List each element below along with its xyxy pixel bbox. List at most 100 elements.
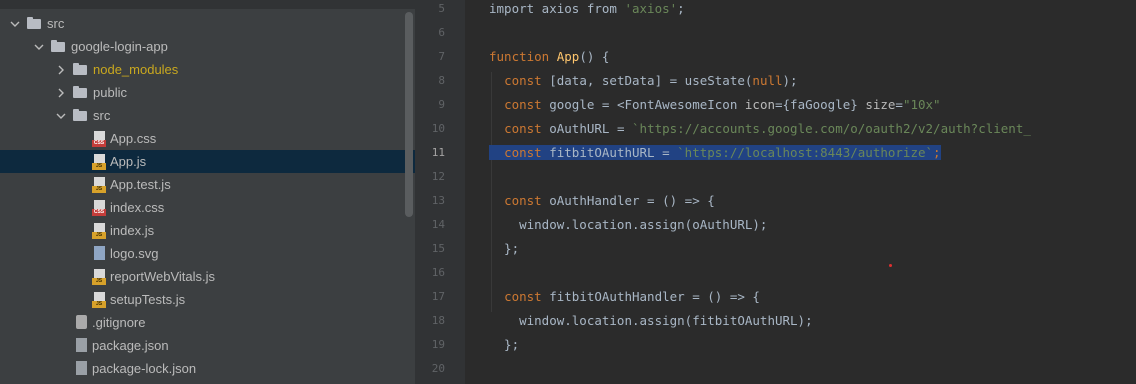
code-token: 'axios' [624, 1, 678, 16]
code-line[interactable] [489, 357, 1136, 381]
tree-item[interactable]: logo.svg [0, 242, 415, 265]
code-line[interactable]: import axios from 'axios'; [489, 0, 1136, 21]
folder-icon [27, 16, 41, 29]
json-file-icon [74, 337, 88, 354]
code-line[interactable]: const [data, setData] = useState(null); [489, 69, 1136, 93]
code-token: App [556, 49, 580, 64]
tree-top-edge [0, 0, 415, 9]
code-line[interactable]: const oAuthURL = `https://accounts.googl… [489, 117, 1136, 141]
code-token: fitbitOAuthHandler = () => { [549, 289, 760, 304]
tree-item[interactable]: package.json [0, 334, 415, 357]
tree-item[interactable]: src [0, 12, 415, 35]
tree-item[interactable]: google-login-app [0, 35, 415, 58]
tree-item[interactable]: JS setupTests.js [0, 288, 415, 311]
tree-item-label: public [93, 85, 127, 100]
code-line[interactable]: window.location.assign(fitbitOAuthURL); [489, 309, 1136, 333]
line-number: 17 [431, 290, 445, 303]
tree-item-label: App.test.js [110, 177, 171, 192]
code-line[interactable]: const oAuthHandler = () => { [489, 189, 1136, 213]
tree-scrollbar[interactable] [405, 12, 413, 217]
tree-item[interactable]: package-lock.json [0, 357, 415, 380]
code-token: () { [579, 49, 610, 64]
code-token: oAuthURL = [549, 121, 633, 136]
code-text: const oAuthURL = `https://accounts.googl… [489, 121, 1031, 136]
line-number: 5 [438, 2, 445, 15]
tree-item[interactable]: JS index.js [0, 219, 415, 242]
code-token: "10x" [902, 97, 941, 112]
line-number: 12 [431, 170, 445, 183]
selected-code: const fitbitOAuthURL = `https://localhos… [489, 145, 941, 160]
code-text: const google = <FontAwesomeIcon icon={fa… [489, 97, 941, 112]
tree-item-label: src [47, 16, 65, 31]
line-number: 14 [431, 218, 445, 231]
code-token: size [865, 97, 896, 112]
code-line[interactable]: function App() { [489, 45, 1136, 69]
code-token: = [895, 97, 903, 112]
tree-item-label: index.js [110, 223, 155, 238]
code-token: window.location.assign(fitbitOAuthURL); [489, 313, 813, 328]
line-number: 10 [431, 122, 445, 135]
tree-item-label: App.css [110, 131, 157, 146]
error-marker-icon [889, 264, 892, 267]
tree-item-label: logo.svg [110, 246, 159, 261]
code-line[interactable] [489, 165, 1136, 189]
code-token: const [504, 97, 550, 112]
tree-item[interactable]: .gitignore [0, 311, 415, 334]
js-file-icon: JS [92, 291, 106, 308]
tree-item[interactable]: CSS index.css [0, 196, 415, 219]
tree-item[interactable]: JS reportWebVitals.js [0, 265, 415, 288]
tree-item-label: reportWebVitals.js [110, 269, 216, 284]
tree-item-label: google-login-app [71, 39, 168, 54]
code-token: window.location.assign(oAuthURL); [489, 217, 768, 232]
line-number: 13 [431, 194, 445, 207]
code-token: [data, setData] = useState( [549, 73, 753, 88]
chevron-right-icon[interactable] [56, 88, 66, 98]
css-file-icon: CSS [92, 199, 106, 216]
code-token: import axios from [489, 1, 625, 16]
tree-item[interactable]: CSS App.css [0, 127, 415, 150]
code-text: }; [489, 241, 519, 256]
js-file-icon: JS [92, 176, 106, 193]
code-editor[interactable]: import axios from 'axios'; function App()… [465, 0, 1136, 384]
code-token: null [752, 73, 783, 88]
tree-item[interactable]: src [0, 104, 415, 127]
chevron-down-icon[interactable] [10, 19, 20, 29]
chevron-down-icon[interactable] [56, 111, 66, 121]
chevron-right-icon[interactable] [56, 65, 66, 75]
tree-item-label: .gitignore [92, 315, 146, 330]
code-token: google = <FontAwesomeIcon [549, 97, 745, 112]
code-line[interactable] [489, 261, 1136, 285]
tree-item[interactable]: public [0, 81, 415, 104]
code-text: function App() { [489, 49, 609, 64]
code-line[interactable]: const google = <FontAwesomeIcon icon={fa… [489, 93, 1136, 117]
tree-rows: src google-login-app node_modulespublic src… [0, 12, 415, 380]
tree-item[interactable]: node_modules [0, 58, 415, 81]
tree-item-label: src [93, 108, 111, 123]
code-line[interactable]: const fitbitOAuthHandler = () => { [489, 285, 1136, 309]
code-text: const [data, setData] = useState(null); [489, 73, 798, 88]
code-line[interactable]: }; [489, 333, 1136, 357]
git-file-icon [74, 314, 88, 331]
code-line[interactable]: window.location.assign(oAuthURL); [489, 213, 1136, 237]
code-line[interactable]: }; [489, 237, 1136, 261]
code-token: ={faGoogle} [775, 97, 866, 112]
line-number: 20 [431, 362, 445, 375]
code-token: `https://accounts.google.com/o/oauth2/v2… [632, 121, 1031, 136]
code-line[interactable] [489, 21, 1136, 45]
chevron-down-icon[interactable] [34, 42, 44, 52]
folder-icon [73, 108, 87, 121]
code-text: const oAuthHandler = () => { [489, 193, 715, 208]
line-number: 19 [431, 338, 445, 351]
code-text: window.location.assign(oAuthURL); [489, 217, 767, 232]
tree-item[interactable]: JS App.js [0, 150, 415, 173]
folder-icon [73, 85, 87, 98]
code-token: function [489, 49, 557, 64]
tree-item[interactable]: JS App.test.js [0, 173, 415, 196]
tree-item-label: node_modules [93, 62, 179, 77]
code-line[interactable]: const fitbitOAuthURL = `https://localhos… [489, 141, 1136, 165]
